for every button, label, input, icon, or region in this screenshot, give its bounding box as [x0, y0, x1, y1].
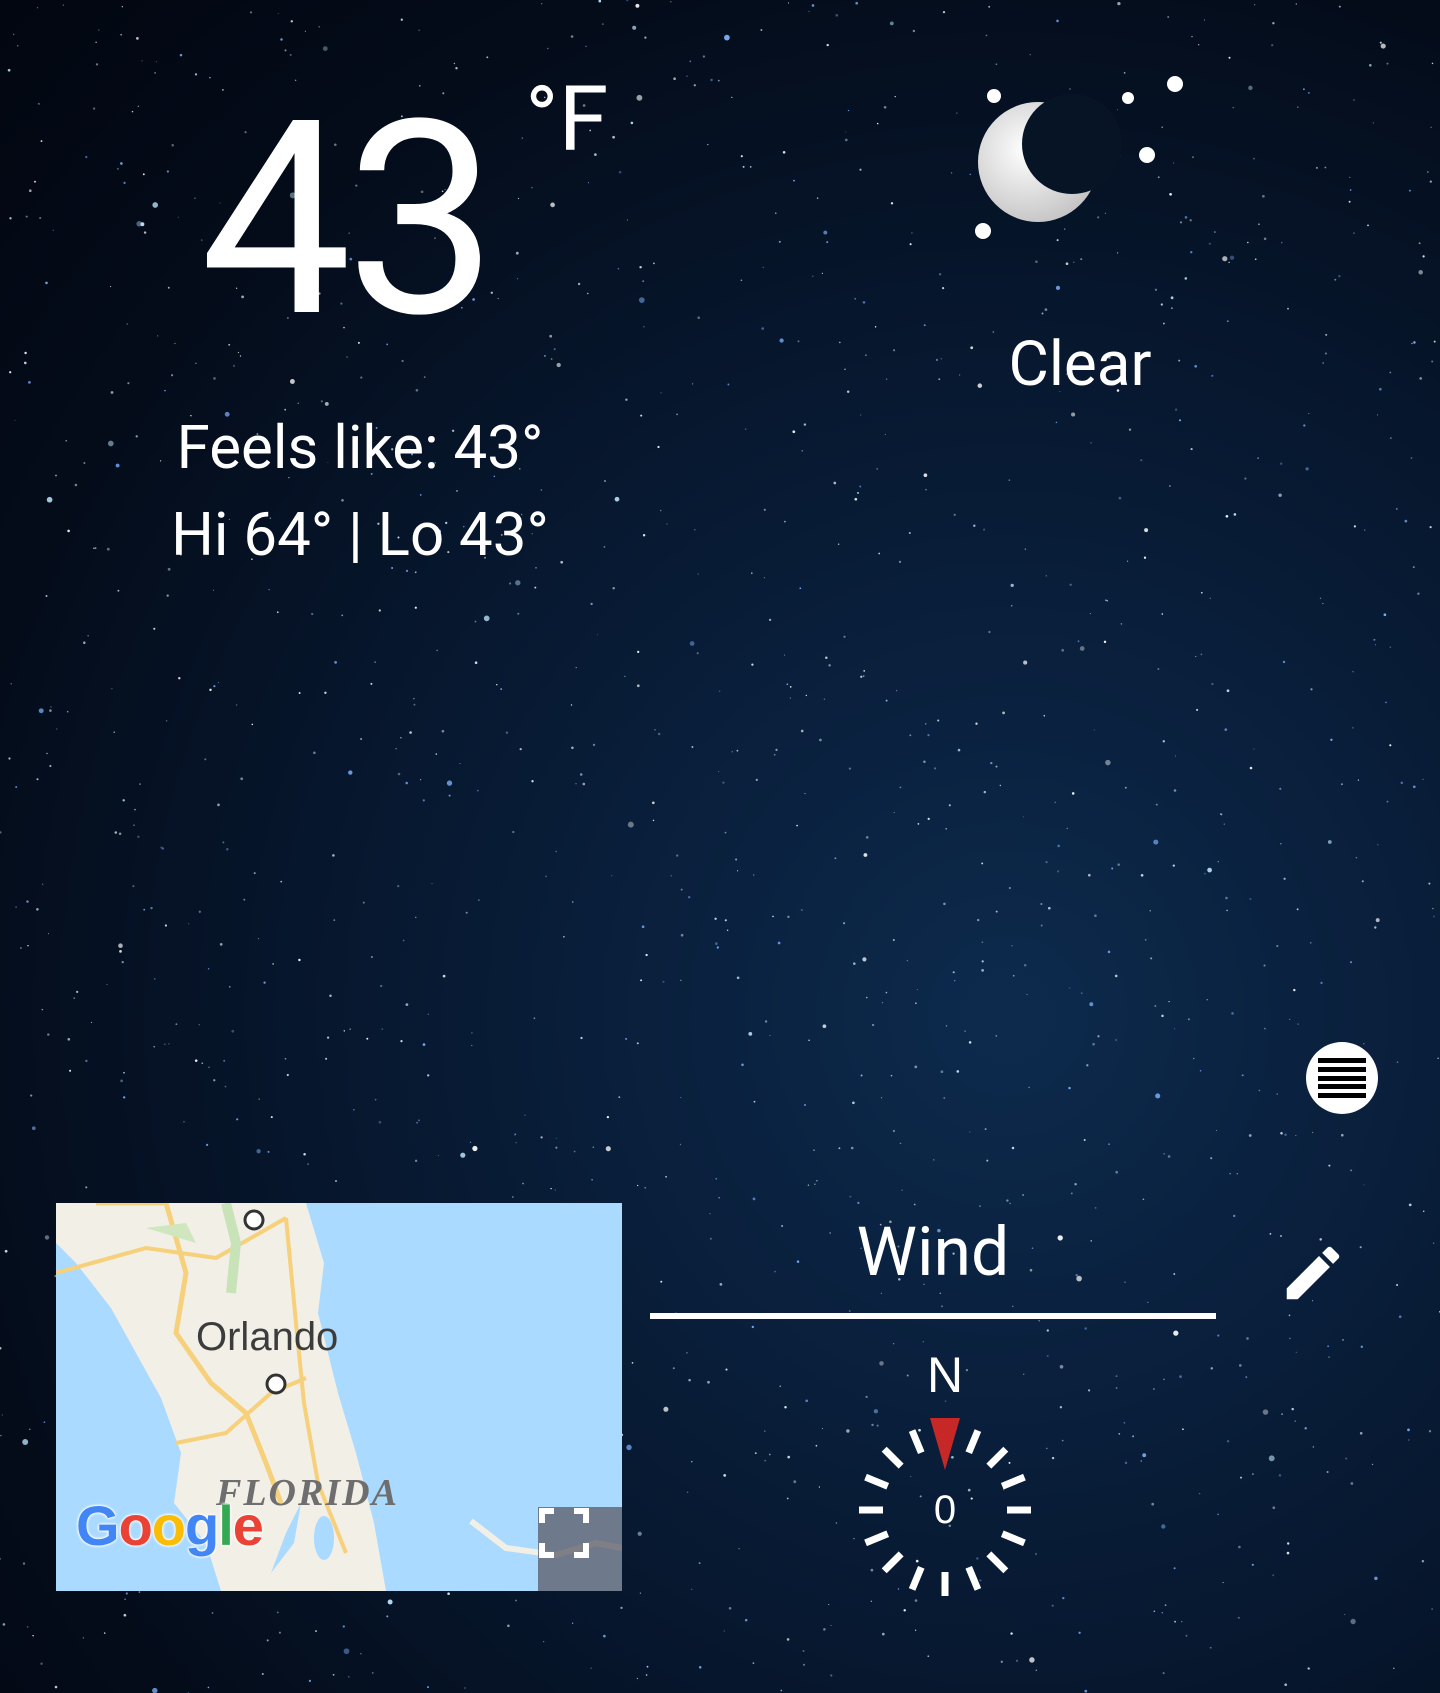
- edit-wind-button[interactable]: [1278, 1238, 1348, 1308]
- compass-tick: [986, 1446, 1009, 1469]
- fullscreen-icon: [539, 1508, 589, 1558]
- compass-tick: [881, 1551, 904, 1574]
- compass-tick: [965, 1429, 982, 1455]
- list-menu-button[interactable]: [1306, 1042, 1378, 1114]
- compass-tick: [908, 1565, 925, 1591]
- condition-text: Clear: [1008, 328, 1152, 401]
- compass-needle-icon: [930, 1418, 960, 1470]
- compass-tick: [864, 1530, 890, 1547]
- google-logo: Google: [76, 1494, 264, 1557]
- list-menu-icon: [1318, 1058, 1366, 1098]
- wind-compass: N 0: [859, 1347, 1031, 1596]
- fullscreen-button[interactable]: [538, 1507, 622, 1591]
- moon-stars-icon: [960, 70, 1200, 270]
- compass-tick: [986, 1551, 1009, 1574]
- wind-speed-value: 0: [934, 1488, 956, 1532]
- wind-card-title: Wind: [856, 1212, 1010, 1292]
- compass-tick: [864, 1473, 890, 1490]
- compass-tick: [1000, 1473, 1026, 1490]
- feels-like-text: Feels like: 43°: [176, 412, 544, 483]
- temperature-unit[interactable]: °F: [525, 70, 608, 170]
- wind-title-divider: [650, 1313, 1216, 1319]
- map-city-label: Orlando: [196, 1315, 339, 1359]
- compass-tick: [965, 1565, 982, 1591]
- hi-lo-text: Hi 64° | Lo 43°: [171, 499, 549, 570]
- radar-map[interactable]: Orlando FLORIDA Google: [56, 1203, 622, 1591]
- compass-north-label: N: [927, 1347, 963, 1403]
- current-temperature: 43: [200, 62, 497, 378]
- compass-tick: [881, 1446, 904, 1469]
- compass-tick: [908, 1429, 925, 1455]
- compass-tick: [1000, 1530, 1026, 1547]
- pencil-icon: [1286, 1246, 1340, 1300]
